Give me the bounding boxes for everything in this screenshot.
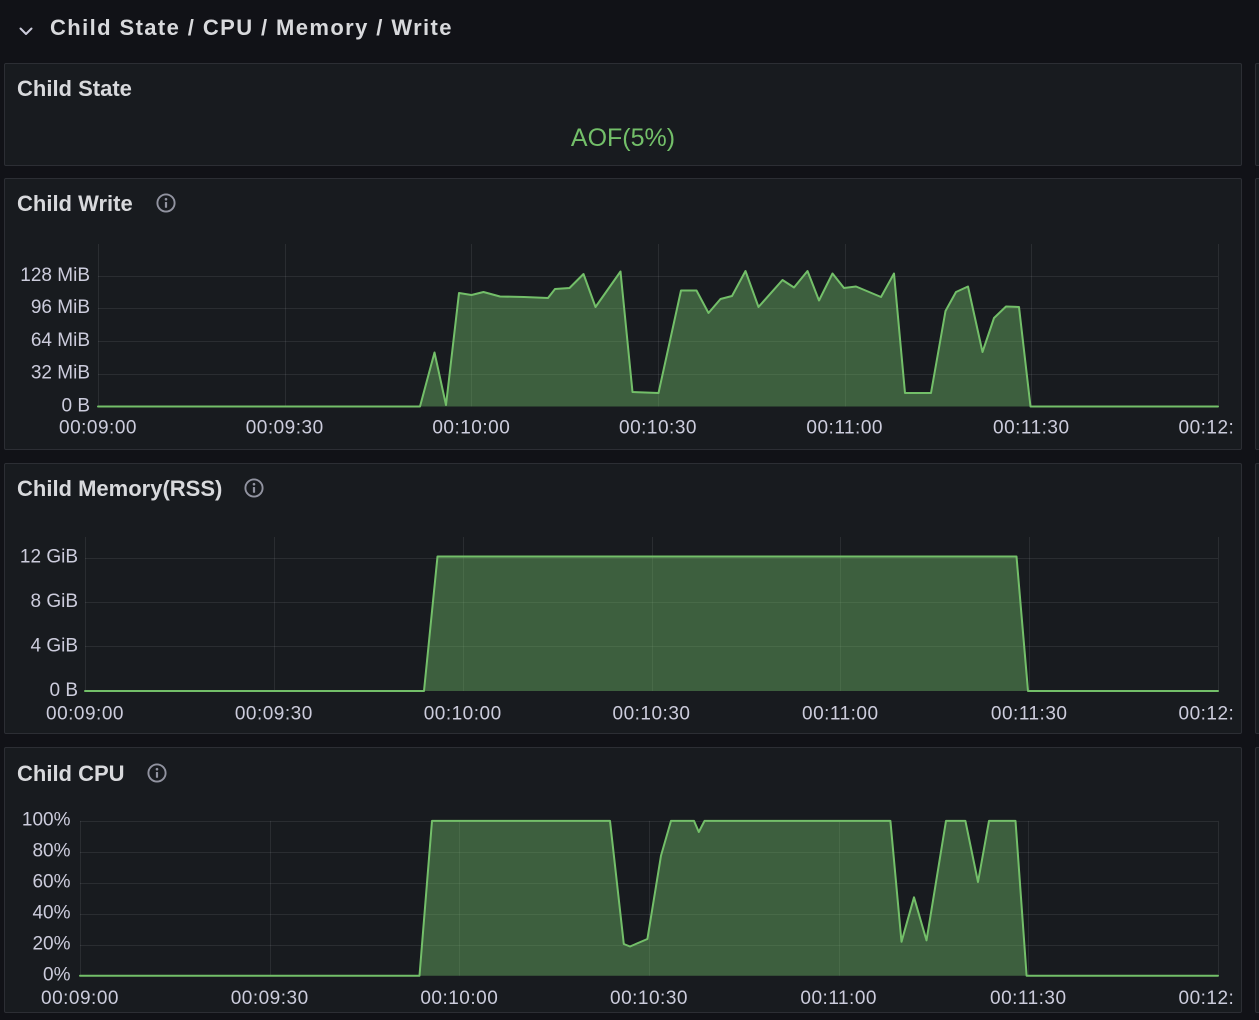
- svg-text:00:10:00: 00:10:00: [424, 704, 502, 725]
- svg-text:00:10:00: 00:10:00: [432, 418, 510, 439]
- svg-text:0 B: 0 B: [61, 395, 90, 416]
- svg-text:0 B: 0 B: [49, 680, 78, 701]
- svg-text:20%: 20%: [32, 934, 70, 955]
- svg-text:40%: 40%: [32, 903, 70, 924]
- svg-text:00:09:30: 00:09:30: [235, 704, 313, 725]
- svg-text:00:10:30: 00:10:30: [613, 704, 691, 725]
- svg-text:00:09:00: 00:09:00: [46, 704, 124, 725]
- svg-text:32 MiB: 32 MiB: [31, 362, 90, 383]
- svg-text:00:09:30: 00:09:30: [246, 418, 324, 439]
- svg-text:60%: 60%: [32, 872, 70, 893]
- svg-text:00:12:: 00:12:: [1179, 988, 1235, 1009]
- svg-text:100%: 100%: [22, 810, 71, 831]
- svg-text:00:11:00: 00:11:00: [806, 418, 883, 439]
- svg-text:8 GiB: 8 GiB: [30, 591, 78, 612]
- svg-text:00:11:30: 00:11:30: [990, 988, 1067, 1009]
- svg-text:00:09:00: 00:09:00: [41, 988, 119, 1009]
- svg-text:00:10:30: 00:10:30: [610, 988, 688, 1009]
- svg-text:0%: 0%: [43, 965, 71, 986]
- svg-text:00:10:30: 00:10:30: [619, 418, 697, 439]
- svg-text:80%: 80%: [32, 841, 70, 862]
- svg-text:00:11:30: 00:11:30: [993, 418, 1070, 439]
- svg-text:00:10:00: 00:10:00: [420, 988, 498, 1009]
- svg-text:12 GiB: 12 GiB: [20, 546, 78, 567]
- svg-text:00:11:30: 00:11:30: [991, 704, 1068, 725]
- svg-text:96 MiB: 96 MiB: [31, 297, 90, 318]
- svg-text:00:11:00: 00:11:00: [800, 988, 877, 1009]
- svg-text:00:09:30: 00:09:30: [231, 988, 309, 1009]
- svg-text:00:12:: 00:12:: [1179, 704, 1235, 725]
- svg-text:00:12:: 00:12:: [1179, 418, 1235, 439]
- svg-text:64 MiB: 64 MiB: [31, 330, 90, 351]
- svg-text:00:09:00: 00:09:00: [59, 418, 137, 439]
- svg-text:128 MiB: 128 MiB: [20, 265, 90, 286]
- svg-text:4 GiB: 4 GiB: [30, 635, 78, 656]
- svg-text:00:11:00: 00:11:00: [802, 704, 879, 725]
